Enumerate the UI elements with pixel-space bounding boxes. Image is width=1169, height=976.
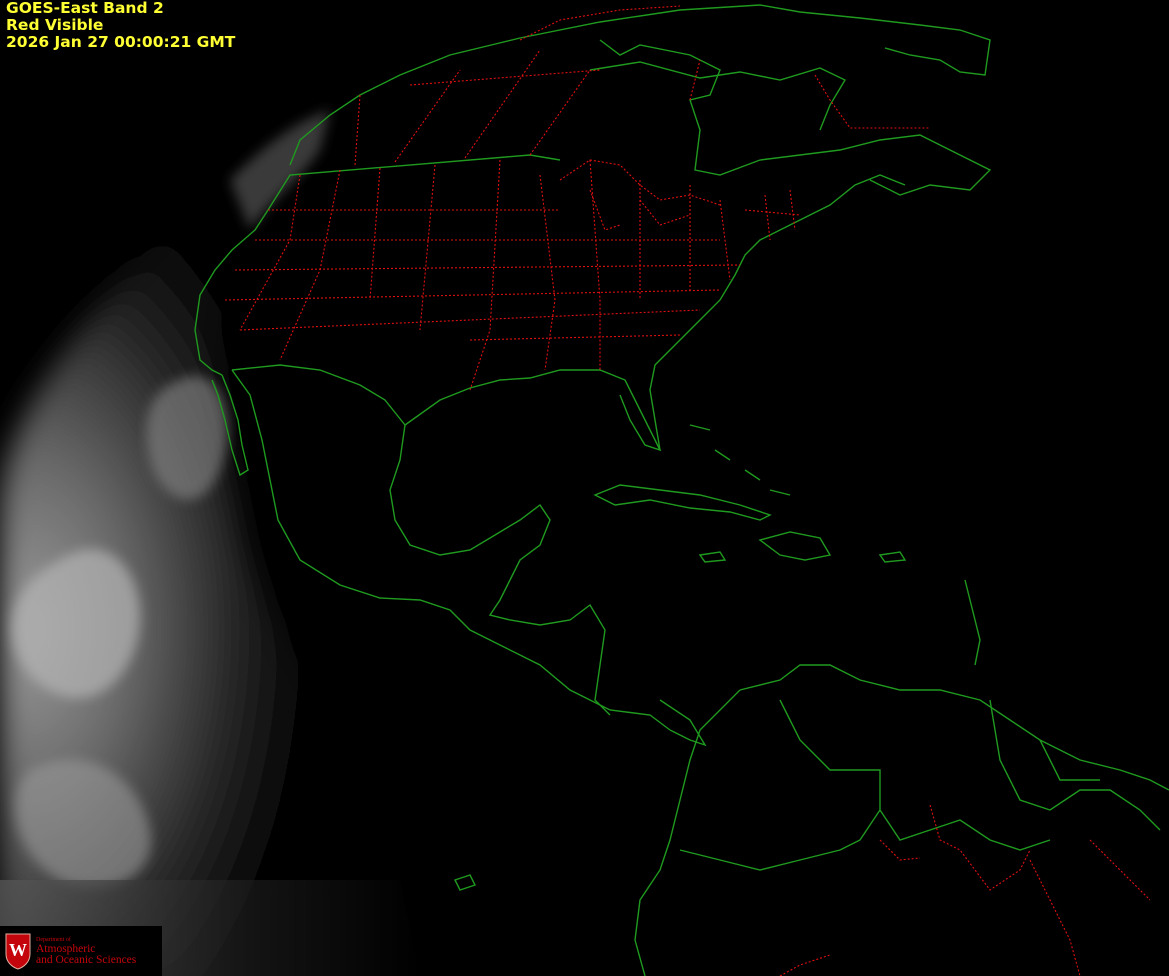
crest-icon: W — [5, 933, 31, 970]
department-logo: W Department of Atmospheric and Oceanic … — [0, 926, 162, 976]
department-name: Department of Atmospheric and Oceanic Sc… — [36, 937, 136, 966]
crest-letter: W — [9, 940, 27, 960]
department-line-1: Atmospheric — [36, 942, 96, 955]
caption-satellite-band: GOES-East Band 2 — [6, 0, 164, 17]
earth-disk-map — [0, 4, 1169, 976]
caption-channel-name: Red Visible — [6, 16, 104, 34]
image-caption: GOES-East Band 2 Red Visible 2026 Jan 27… — [6, 0, 235, 51]
department-line-2: and Oceanic Sciences — [36, 953, 137, 966]
caption-timestamp: 2026 Jan 27 00:00:21 GMT — [6, 33, 236, 51]
satellite-image-view: GOES-East Band 2 Red Visible 2026 Jan 27… — [0, 0, 1169, 976]
